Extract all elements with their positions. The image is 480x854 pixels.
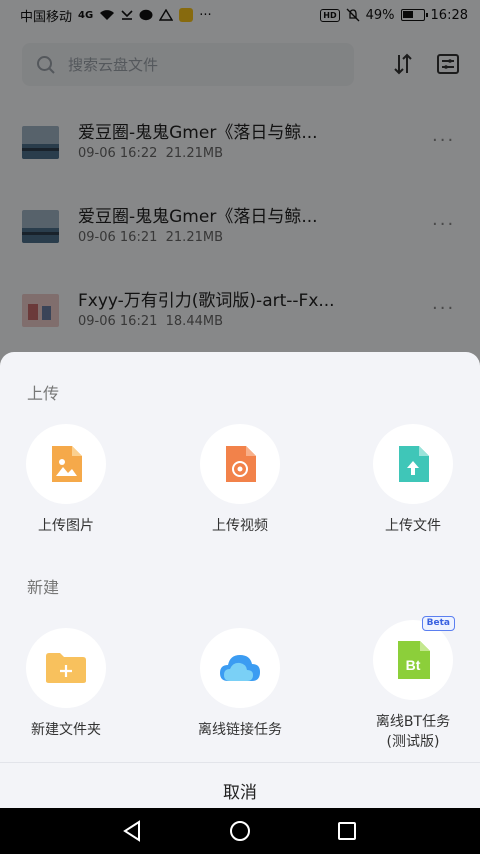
image-file-icon (52, 446, 82, 482)
upload-file-button[interactable]: 上传文件 (353, 424, 473, 536)
upload-video-circle (200, 424, 280, 504)
system-navigation-bar (0, 808, 480, 854)
offline-bt-label: 离线BT任务 (测试版) (353, 712, 473, 752)
divider (0, 762, 480, 763)
back-icon[interactable] (122, 820, 144, 842)
offline-bt-circle: Bt Beta (373, 616, 455, 700)
video-file-icon (226, 446, 256, 482)
upload-video-button[interactable]: 上传视频 (180, 424, 300, 536)
upload-file-icon (399, 446, 429, 482)
upload-image-button[interactable]: 上传图片 (6, 424, 126, 536)
upload-section-title: 上传 (27, 384, 60, 403)
new-folder-label: 新建文件夹 (31, 722, 101, 738)
beta-badge: Beta (421, 616, 455, 631)
upload-image-label: 上传图片 (38, 518, 94, 534)
upload-file-label: 上传文件 (385, 518, 441, 534)
recents-icon[interactable] (336, 820, 358, 842)
upload-file-circle (373, 424, 453, 504)
offline-bt-button[interactable]: Bt Beta 离线BT任务 (测试版) (353, 616, 473, 752)
offline-link-circle (200, 628, 280, 708)
folder-icon (46, 653, 86, 683)
offline-bt-label-line2: (测试版) (386, 734, 440, 750)
home-icon[interactable] (229, 820, 251, 842)
new-folder-circle (26, 628, 106, 708)
bt-file-icon: Bt (398, 641, 430, 679)
cloud-download-icon (220, 655, 260, 681)
bt-icon-text: Bt (406, 657, 421, 673)
new-section-title: 新建 (27, 578, 60, 597)
cancel-button[interactable]: 取消 (0, 778, 480, 803)
offline-bt-label-line1: 离线BT任务 (375, 714, 451, 730)
bottom-sheet: 上传 上传图片 上传视频 上传文件 新建 新建文件夹 离线链接任务 Bt Bet… (0, 352, 480, 808)
upload-image-circle (26, 424, 106, 504)
new-folder-button[interactable]: 新建文件夹 (6, 628, 126, 740)
upload-video-label: 上传视频 (212, 518, 268, 534)
offline-link-label: 离线链接任务 (198, 722, 282, 738)
offline-link-button[interactable]: 离线链接任务 (180, 628, 300, 740)
